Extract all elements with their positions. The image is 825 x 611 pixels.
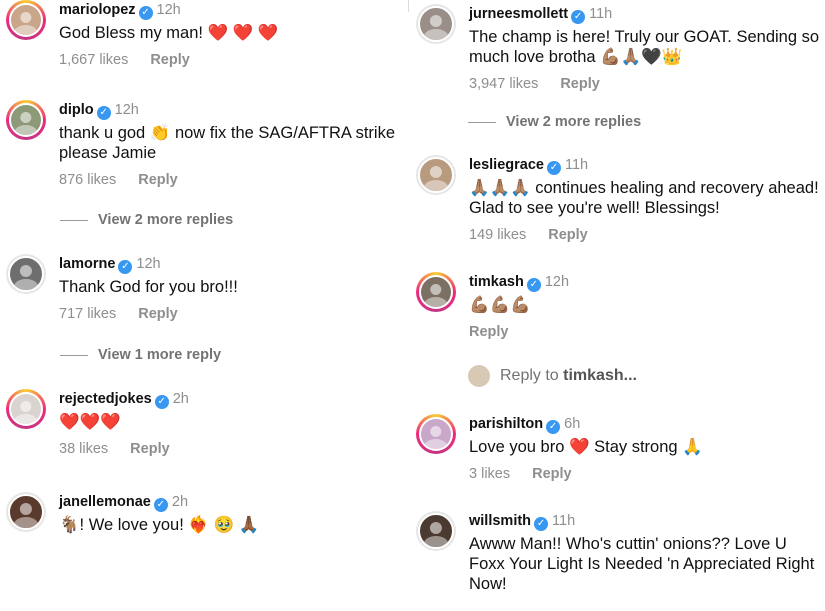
avatar-lamorne (8, 256, 44, 292)
reply-button[interactable]: Reply (560, 76, 600, 92)
reply-button[interactable]: Reply (150, 52, 190, 68)
username[interactable]: lesliegrace (469, 157, 544, 173)
reply-button[interactable]: Reply (130, 441, 170, 457)
avatar-jurneesmollett (418, 6, 454, 42)
comment-text: 💪🏽💪🏽💪🏽 (469, 296, 531, 314)
avatar-rejectedjokes (9, 392, 43, 426)
reply-to-user: timkash... (563, 367, 637, 385)
comment-text: thank u god 👏 now fix the SAG/AFTRA stri… (59, 124, 396, 162)
view-more-replies[interactable]: View 2 more replies (468, 114, 641, 130)
avatar[interactable] (6, 492, 46, 532)
comment-text: 🐐! We love you! ❤️‍🔥 🥹 🙏🏾 (59, 516, 260, 534)
verified-badge-icon: ✓ (526, 278, 541, 292)
view-more-replies[interactable]: View 2 more replies (60, 212, 233, 228)
likes-count[interactable]: 1,667 likes (59, 52, 128, 68)
timestamp: 2h (172, 391, 189, 407)
timestamp: 6h (564, 416, 581, 432)
reply-button[interactable]: Reply (138, 172, 178, 188)
verified-badge-icon: ✓ (96, 106, 111, 120)
own-avatar (468, 365, 490, 387)
thread-line (468, 121, 496, 123)
avatar-story-ring[interactable] (6, 389, 46, 429)
avatar-willsmith (418, 513, 454, 549)
view-more-replies[interactable]: View 1 more reply (60, 347, 221, 363)
avatar-diplo (9, 103, 43, 137)
avatar[interactable] (416, 511, 456, 551)
left-comment-column: mariolopez ✓ 12h God Bless my man! ❤️ ❤️ ❤… (0, 0, 408, 611)
verified-badge-icon: ✓ (546, 161, 561, 175)
username[interactable]: diplo (59, 102, 94, 118)
avatar[interactable] (6, 254, 46, 294)
reply-to-composer[interactable]: Reply to timkash... (468, 365, 637, 387)
thread-line (60, 354, 88, 356)
avatar-mariolopez (9, 3, 43, 37)
comment-text: 🙏🏽🙏🏽🙏🏽 continues healing and recovery ah… (469, 179, 819, 217)
timestamp: 2h (171, 494, 189, 510)
thread-line (60, 219, 88, 221)
avatar-story-ring[interactable] (416, 414, 456, 454)
reply-to-label: Reply to (500, 367, 559, 385)
username[interactable]: janellemonae (59, 494, 151, 510)
comment-text: Love you bro ❤️ Stay strong 🙏 (469, 438, 703, 456)
username[interactable]: rejectedjokes (59, 391, 152, 407)
reply-button[interactable]: Reply (532, 466, 572, 482)
timestamp: 11h (552, 513, 576, 529)
verified-badge-icon: ✓ (546, 420, 561, 434)
avatar-parishilton (419, 417, 453, 451)
verified-badge-icon: ✓ (534, 517, 549, 531)
comment-text: Thank God for you bro!!! (59, 278, 238, 296)
username[interactable]: lamorne (59, 256, 115, 272)
verified-badge-icon: ✓ (118, 260, 133, 274)
username[interactable]: mariolopez (59, 2, 136, 18)
avatar-story-ring[interactable] (6, 0, 46, 40)
reply-button[interactable]: Reply (548, 227, 588, 243)
avatar-lesliegrace (418, 157, 454, 193)
right-comment-column: jurneesmollett ✓ 11h The champ is here! Tr… (408, 0, 825, 611)
likes-count[interactable]: 3,947 likes (469, 76, 538, 92)
comment-text: God Bless my man! ❤️ ❤️ ❤️ (59, 24, 279, 42)
avatar-timkash (419, 275, 453, 309)
username[interactable]: timkash (469, 274, 524, 290)
likes-count[interactable]: 38 likes (59, 441, 108, 457)
likes-count[interactable]: 876 likes (59, 172, 116, 188)
comment-text: The champ is here! Truly our GOAT. Sendi… (469, 28, 820, 66)
view-more-label: View 2 more replies (98, 212, 234, 228)
username[interactable]: jurneesmollett (469, 6, 568, 22)
likes-count[interactable]: 149 likes (469, 227, 526, 243)
timestamp: 12h (156, 2, 181, 18)
verified-badge-icon: ✓ (571, 10, 586, 24)
verified-badge-icon: ✓ (154, 395, 169, 409)
verified-badge-icon: ✓ (138, 6, 153, 20)
likes-count[interactable]: 717 likes (59, 306, 116, 322)
timestamp: 11h (564, 157, 589, 173)
timestamp: 12h (136, 256, 161, 272)
view-more-label: View 2 more replies (506, 114, 642, 130)
comment-text: Awww Man!! Who's cuttin' onions?? Love U… (469, 535, 815, 593)
avatar[interactable] (416, 155, 456, 195)
view-more-label: View 1 more reply (98, 347, 222, 363)
avatar[interactable] (416, 4, 456, 44)
comment-text: ❤️❤️❤️ (59, 413, 121, 431)
avatar-story-ring[interactable] (416, 272, 456, 312)
timestamp: 12h (114, 102, 139, 118)
likes-count[interactable]: 3 likes (469, 466, 510, 482)
username[interactable]: willsmith (469, 513, 531, 529)
reply-button[interactable]: Reply (469, 324, 509, 340)
verified-badge-icon: ✓ (153, 498, 168, 512)
timestamp: 12h (544, 274, 570, 290)
username[interactable]: parishilton (469, 416, 543, 432)
reply-button[interactable]: Reply (138, 306, 178, 322)
timestamp: 11h (589, 6, 613, 22)
avatar-story-ring[interactable] (6, 100, 46, 140)
avatar-janellemonae (8, 494, 44, 530)
